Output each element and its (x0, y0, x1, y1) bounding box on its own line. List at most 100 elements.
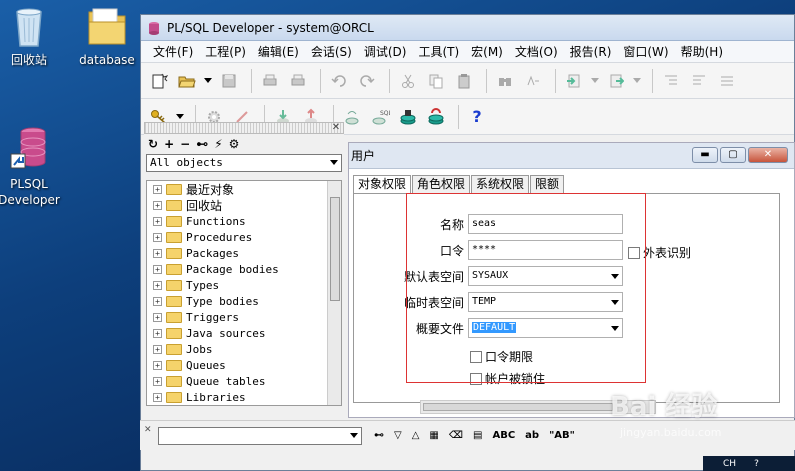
find-button[interactable] (493, 69, 517, 93)
window-titlebar[interactable]: PL/SQL Developer - system@ORCL (141, 15, 794, 41)
name-input[interactable]: seas (468, 214, 623, 234)
redo-button[interactable] (355, 69, 379, 93)
find-previous-button[interactable]: △ (412, 430, 420, 441)
tab-object-privileges[interactable]: 对象权限 (353, 175, 412, 193)
expand-icon[interactable]: + (153, 360, 162, 370)
undo-button[interactable] (327, 69, 351, 93)
menu-window[interactable]: 窗口(W) (617, 41, 674, 63)
tree-item[interactable]: + Queues (147, 357, 341, 373)
close-icon[interactable]: ✕ (330, 122, 342, 134)
tree-item[interactable]: + Functions (147, 213, 341, 229)
expand-icon[interactable]: + (153, 200, 162, 210)
tree-scrollbar[interactable] (327, 181, 341, 405)
profile-select[interactable]: DEFAULT (468, 318, 623, 338)
desktop-icon-recycle-bin[interactable]: 回收站 (0, 4, 64, 68)
expand-icon[interactable]: + (153, 184, 162, 194)
password-input[interactable]: **** (468, 240, 623, 260)
replace-button[interactable] (521, 69, 545, 93)
menu-documents[interactable]: 文档(O) (509, 41, 564, 63)
menu-reports[interactable]: 报告(R) (564, 41, 618, 63)
expand-icon[interactable]: + (153, 264, 162, 274)
help-button[interactable]: ? (465, 105, 489, 129)
forward-dropdown-button[interactable] (632, 69, 642, 93)
scrollbar-thumb[interactable] (423, 403, 613, 411)
find-button[interactable]: ⊷ (374, 430, 384, 441)
open-button[interactable] (175, 69, 199, 93)
session-button[interactable] (396, 105, 420, 129)
checkbox-box[interactable] (628, 246, 640, 259)
default-tablespace-select[interactable]: SYSAUX (468, 266, 623, 286)
checkbox-box[interactable] (470, 372, 482, 385)
match-case-button[interactable]: ABC (492, 430, 515, 441)
expand-icon[interactable]: + (153, 392, 162, 402)
new-button[interactable] (147, 69, 171, 93)
user-editor-titlebar[interactable]: 用户 ▬ ▢ ✕ (349, 143, 794, 169)
filter-icon[interactable]: ⚡ (214, 137, 222, 151)
tab-quotas[interactable]: 限额 (530, 175, 565, 193)
tree-item[interactable]: + Type bodies (147, 293, 341, 309)
expand-icon[interactable]: + (153, 232, 162, 242)
expand-icon[interactable]: + (153, 280, 162, 290)
menu-project[interactable]: 工程(P) (199, 41, 252, 63)
expand-icon[interactable]: + (153, 328, 162, 338)
highlight-button[interactable]: ▦ (429, 430, 438, 441)
unindent-button[interactable] (687, 69, 711, 93)
menu-session[interactable]: 会话(S) (305, 41, 358, 63)
refresh-session-button[interactable] (424, 105, 448, 129)
open-dropdown-button[interactable] (203, 69, 213, 93)
tree-item[interactable]: + Types (147, 277, 341, 293)
tree-item[interactable]: + Package bodies (147, 261, 341, 277)
account-locked-checkbox[interactable]: 帐户被锁住 (470, 370, 545, 387)
tree-item[interactable]: + Procedures (147, 229, 341, 245)
expand-icon[interactable]: + (153, 376, 162, 386)
menu-debug[interactable]: 调试(D) (358, 41, 413, 63)
close-icon[interactable]: ✕ (144, 425, 152, 435)
language-indicator[interactable]: CH (723, 459, 736, 469)
goto-button[interactable] (562, 69, 586, 93)
refresh-icon[interactable]: ↻ (148, 137, 158, 151)
paste-button[interactable] (452, 69, 476, 93)
indent-button[interactable] (659, 69, 683, 93)
password-expire-checkbox[interactable]: 口令期限 (470, 348, 533, 365)
minus-icon[interactable]: − (180, 137, 190, 151)
whole-word-button[interactable]: ab (525, 430, 539, 441)
print-button[interactable] (258, 69, 282, 93)
find-text-select[interactable] (158, 426, 362, 445)
options-button[interactable]: ▤ (473, 430, 482, 441)
minimize-button[interactable]: ▬ (692, 147, 718, 163)
menu-file[interactable]: 文件(F) (147, 41, 199, 63)
copy-button[interactable] (424, 69, 448, 93)
tree-item[interactable]: + Queue tables (147, 373, 341, 389)
forward-button[interactable] (604, 69, 628, 93)
plus-icon[interactable]: + (164, 137, 174, 151)
back-dropdown-button[interactable] (590, 69, 600, 93)
tree-item[interactable]: + Packages (147, 245, 341, 261)
tree-item[interactable]: + Triggers (147, 309, 341, 325)
tree-item[interactable]: + Jobs (147, 341, 341, 357)
tree-item[interactable]: + Libraries (147, 389, 341, 405)
expand-icon[interactable]: + (153, 248, 162, 258)
clear-button[interactable]: ⌫ (449, 430, 463, 441)
expand-icon[interactable]: + (153, 344, 162, 354)
desktop-icon-database[interactable]: database (72, 4, 142, 68)
sql-button[interactable]: SQL (368, 105, 392, 129)
object-filter-select[interactable]: All objects (146, 154, 342, 172)
tree-item[interactable]: + 回收站 (147, 197, 341, 213)
print-preview-button[interactable] (286, 69, 310, 93)
menu-tools[interactable]: 工具(T) (412, 41, 465, 63)
expand-icon[interactable]: + (153, 216, 162, 226)
menu-help[interactable]: 帮助(H) (675, 41, 729, 63)
help-icon[interactable]: ? (754, 459, 759, 469)
regex-button[interactable]: "AB" (549, 430, 575, 441)
restore-button[interactable]: ▢ (720, 147, 746, 163)
tree-item[interactable]: + 最近对象 (147, 181, 341, 197)
panel-grip[interactable]: ✕ (144, 122, 344, 134)
binoculars-icon[interactable]: ⊷ (196, 137, 208, 151)
find-next-button[interactable]: ▽ (394, 430, 402, 441)
expand-icon[interactable]: + (153, 296, 162, 306)
filter-settings-icon[interactable]: ⚙ (229, 137, 240, 151)
expand-icon[interactable]: + (153, 312, 162, 322)
menu-edit[interactable]: 编辑(E) (252, 41, 305, 63)
menu-macro[interactable]: 宏(M) (465, 41, 509, 63)
save-button[interactable] (217, 69, 241, 93)
